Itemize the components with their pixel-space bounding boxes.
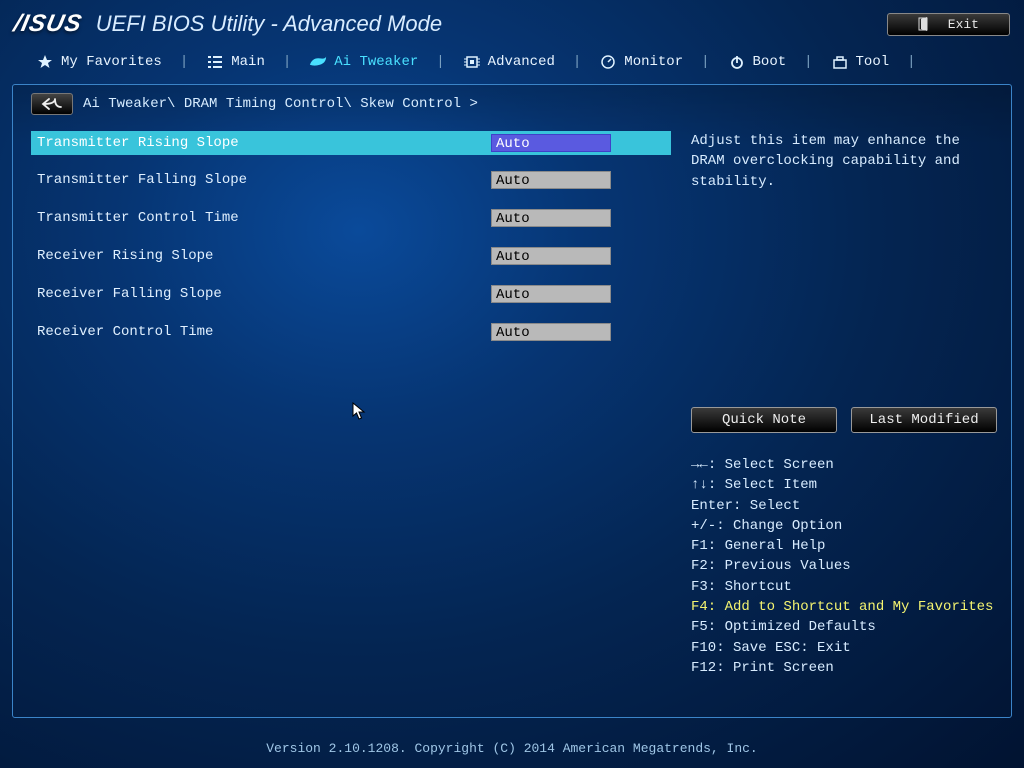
tab-label: Ai Tweaker bbox=[334, 54, 418, 70]
settings-list: Transmitter Rising Slope Auto Transmitte… bbox=[31, 131, 671, 707]
tab-label: Main bbox=[231, 54, 265, 70]
tab-separator: | bbox=[426, 54, 454, 70]
setting-value[interactable]: Auto bbox=[491, 209, 611, 227]
side-panel: Adjust this item may enhance the DRAM ov… bbox=[691, 131, 997, 707]
tab-monitor[interactable]: Monitor bbox=[591, 52, 691, 72]
back-arrow-icon bbox=[41, 97, 63, 111]
toolbox-icon bbox=[831, 54, 849, 70]
key-hints: →←: Select Screen ↑↓: Select Item Enter:… bbox=[691, 455, 997, 678]
tab-boot[interactable]: Boot bbox=[720, 52, 795, 72]
tab-label: Monitor bbox=[624, 54, 683, 70]
list-icon bbox=[206, 54, 224, 70]
star-icon bbox=[36, 54, 54, 70]
tab-advanced[interactable]: Advanced bbox=[455, 52, 563, 72]
tab-separator: | bbox=[170, 54, 198, 70]
back-button[interactable] bbox=[31, 93, 73, 115]
wing-icon bbox=[309, 54, 327, 70]
setting-row[interactable]: Receiver Falling Slope Auto bbox=[31, 283, 671, 305]
setting-row[interactable]: Receiver Control Time Auto bbox=[31, 321, 671, 343]
brand-logo: /ISUS bbox=[11, 10, 85, 38]
setting-value[interactable]: Auto bbox=[491, 323, 611, 341]
tab-ai-tweaker[interactable]: Ai Tweaker bbox=[301, 52, 426, 72]
setting-label: Transmitter Control Time bbox=[31, 210, 491, 226]
tab-main[interactable]: Main bbox=[198, 52, 273, 72]
quick-note-button[interactable]: Quick Note bbox=[691, 407, 837, 433]
exit-label: Exit bbox=[948, 17, 979, 32]
last-modified-button[interactable]: Last Modified bbox=[851, 407, 997, 433]
exit-button[interactable]: Exit bbox=[887, 13, 1010, 36]
footer-copyright: Version 2.10.1208. Copyright (C) 2014 Am… bbox=[0, 741, 1024, 756]
content-panel: Ai Tweaker\ DRAM Timing Control\ Skew Co… bbox=[12, 84, 1012, 718]
tab-bar: My Favorites | Main | Ai Tweaker | Advan… bbox=[0, 46, 1024, 76]
setting-value[interactable]: Auto bbox=[491, 134, 611, 152]
door-icon bbox=[918, 17, 930, 31]
breadcrumb: Ai Tweaker\ DRAM Timing Control\ Skew Co… bbox=[83, 96, 478, 112]
gauge-icon bbox=[599, 54, 617, 70]
setting-label: Receiver Rising Slope bbox=[31, 248, 491, 264]
setting-value[interactable]: Auto bbox=[491, 171, 611, 189]
setting-row[interactable]: Transmitter Falling Slope Auto bbox=[31, 169, 671, 191]
setting-label: Transmitter Falling Slope bbox=[31, 172, 491, 188]
setting-row[interactable]: Receiver Rising Slope Auto bbox=[31, 245, 671, 267]
setting-label: Receiver Falling Slope bbox=[31, 286, 491, 302]
tab-separator: | bbox=[897, 54, 925, 70]
tab-separator: | bbox=[563, 54, 591, 70]
tab-label: Boot bbox=[753, 54, 787, 70]
tab-tool[interactable]: Tool bbox=[823, 52, 898, 72]
help-text: Adjust this item may enhance the DRAM ov… bbox=[691, 131, 997, 401]
tab-separator: | bbox=[273, 54, 301, 70]
setting-row[interactable]: Transmitter Rising Slope Auto bbox=[31, 131, 671, 155]
tab-label: Tool bbox=[856, 54, 890, 70]
breadcrumb-row: Ai Tweaker\ DRAM Timing Control\ Skew Co… bbox=[13, 85, 1011, 123]
tab-label: My Favorites bbox=[61, 54, 162, 70]
tab-favorites[interactable]: My Favorites bbox=[28, 52, 170, 72]
setting-value[interactable]: Auto bbox=[491, 285, 611, 303]
setting-label: Transmitter Rising Slope bbox=[31, 135, 491, 151]
app-title: UEFI BIOS Utility - Advanced Mode bbox=[96, 11, 442, 37]
chip-icon bbox=[463, 54, 481, 70]
tab-separator: | bbox=[691, 54, 719, 70]
power-icon bbox=[728, 54, 746, 70]
tab-separator: | bbox=[794, 54, 822, 70]
tab-label: Advanced bbox=[488, 54, 555, 70]
setting-label: Receiver Control Time bbox=[31, 324, 491, 340]
header-bar: /ISUS UEFI BIOS Utility - Advanced Mode … bbox=[0, 0, 1024, 46]
setting-row[interactable]: Transmitter Control Time Auto bbox=[31, 207, 671, 229]
setting-value[interactable]: Auto bbox=[491, 247, 611, 265]
